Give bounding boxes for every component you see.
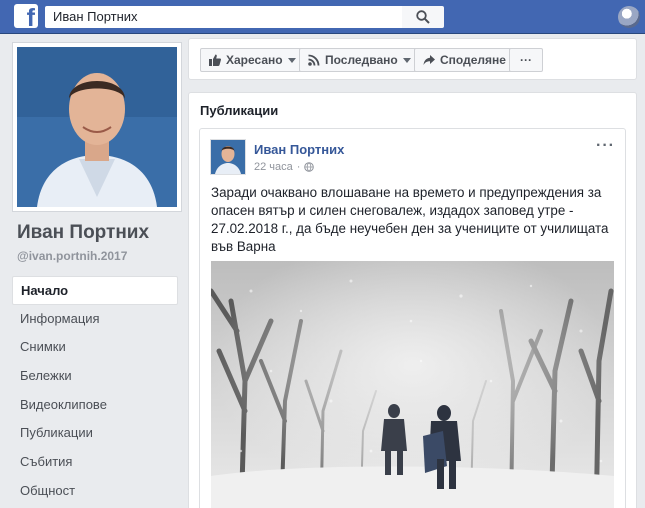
- globe-icon: [304, 162, 315, 172]
- liked-button[interactable]: Харесано: [200, 48, 305, 72]
- nav-item-events[interactable]: Събития: [12, 448, 178, 477]
- more-options-button[interactable]: ···: [509, 48, 543, 72]
- search-icon: [416, 10, 430, 24]
- nav-item-notes[interactable]: Бележки: [12, 362, 178, 391]
- top-bar: f Иван Портних: [0, 0, 645, 34]
- nav-item-info[interactable]: Информация: [12, 305, 178, 334]
- nav-item-videos[interactable]: Видеоклипове: [12, 391, 178, 420]
- following-button[interactable]: Последвано: [299, 48, 420, 72]
- posts-section-title: Публикации: [200, 103, 279, 118]
- post-photo-snowstorm[interactable]: [211, 261, 614, 508]
- posts-panel: Публикации Иван Портних 22 часа · ··· За…: [188, 92, 637, 508]
- chevron-down-icon: [287, 57, 296, 63]
- profile-photo-image: [17, 47, 177, 207]
- post-timestamp[interactable]: 22 часа ·: [254, 161, 315, 173]
- share-label: Споделяне: [440, 53, 506, 67]
- share-button[interactable]: Споделяне: [414, 48, 515, 72]
- profile-picture[interactable]: [12, 42, 182, 212]
- nav-item-posts[interactable]: Публикации: [12, 419, 178, 448]
- post-author-avatar[interactable]: [210, 139, 246, 175]
- search-button[interactable]: [402, 6, 444, 28]
- thumbs-up-icon: [209, 54, 221, 66]
- nav-item-photos[interactable]: Снимки: [12, 333, 178, 362]
- nav-item-community[interactable]: Общност: [12, 477, 178, 506]
- rss-follow-icon: [308, 54, 320, 66]
- nav-item-home[interactable]: Начало: [12, 276, 178, 305]
- share-arrow-icon: [423, 55, 435, 65]
- search-input[interactable]: Иван Портних: [45, 6, 402, 28]
- page-action-bar: Харесано Последвано Споделяне ···: [188, 38, 637, 80]
- account-avatar[interactable]: [618, 6, 640, 28]
- page-navigation: Начало Информация Снимки Бележки Видеокл…: [12, 276, 178, 506]
- liked-label: Харесано: [226, 53, 283, 67]
- more-icon: ···: [520, 53, 532, 67]
- post-card: Иван Портних 22 часа · ··· Заради очаква…: [199, 128, 626, 508]
- profile-handle[interactable]: @ivan.portnih.2017: [17, 249, 127, 263]
- following-label: Последвано: [325, 53, 398, 67]
- post-options-icon[interactable]: ···: [596, 137, 615, 155]
- facebook-logo-icon[interactable]: f: [14, 4, 38, 31]
- post-text: Заради очаквано влошаване на времето и п…: [211, 185, 609, 254]
- chevron-down-icon: [402, 57, 411, 63]
- post-author-name[interactable]: Иван Портних: [254, 142, 344, 157]
- profile-name[interactable]: Иван Портних: [17, 222, 149, 244]
